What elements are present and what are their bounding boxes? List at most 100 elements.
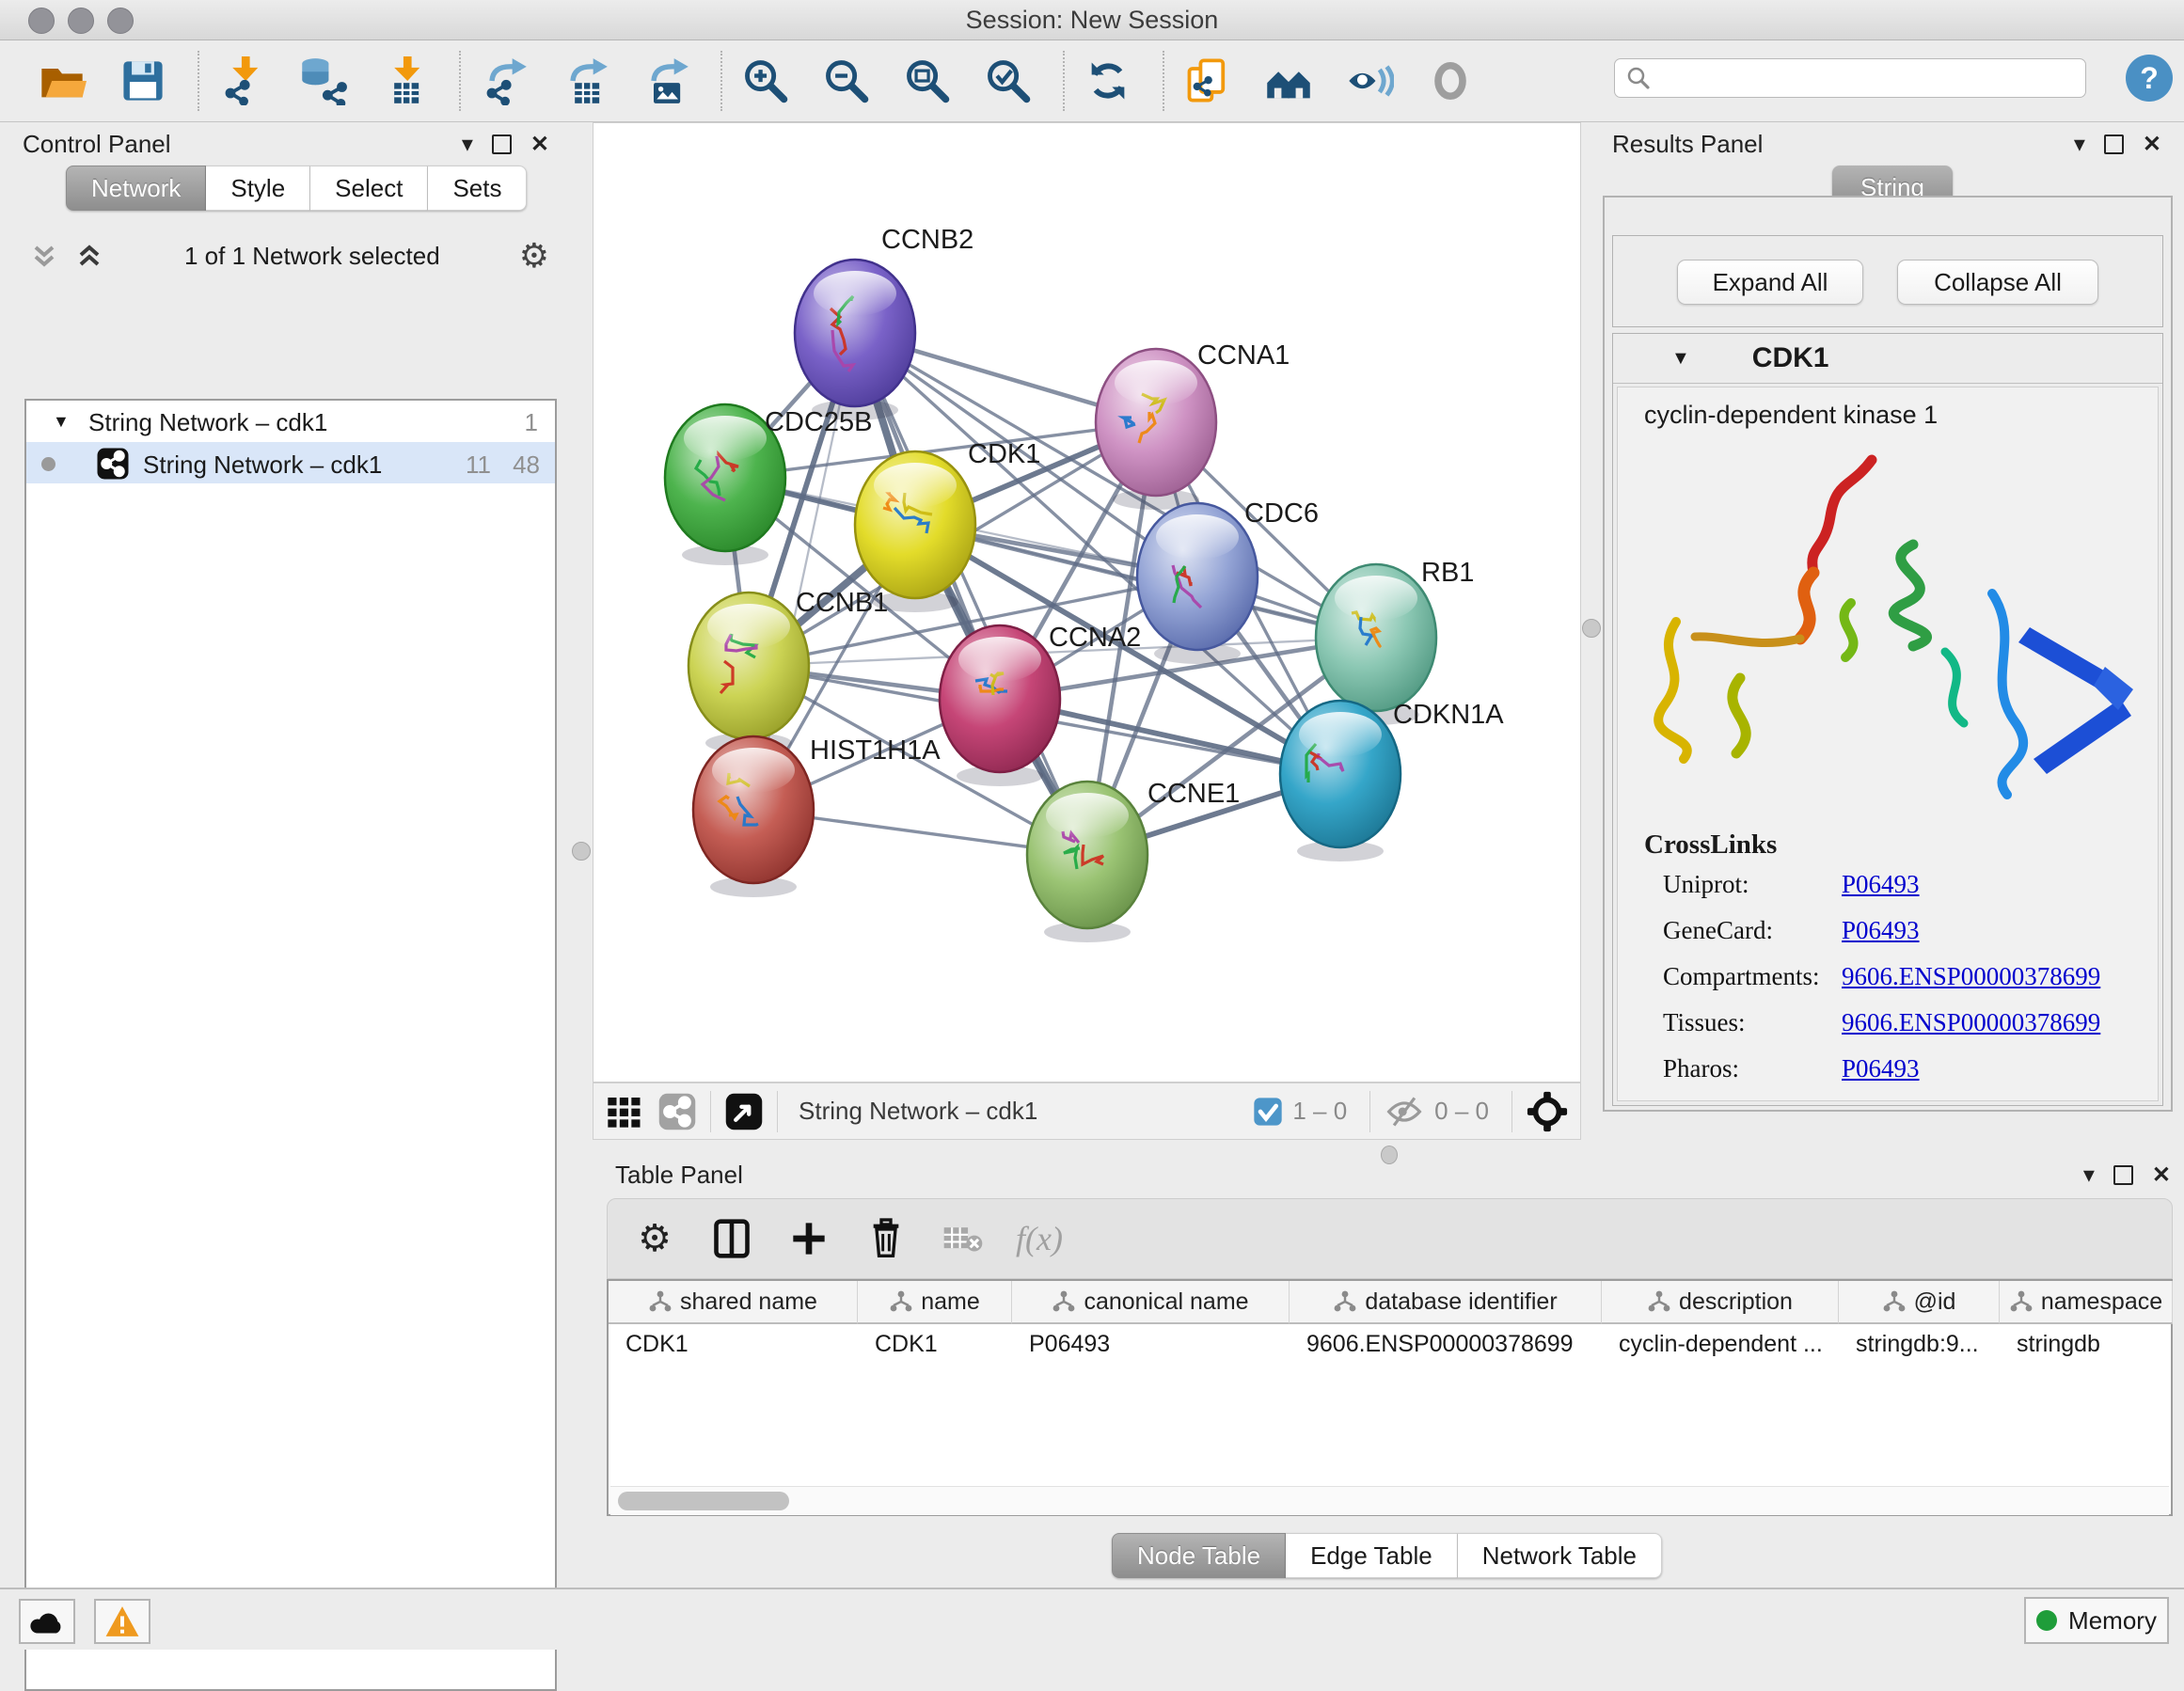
window-zoom-button[interactable] bbox=[107, 8, 134, 34]
import-table-from-file-button[interactable] bbox=[374, 51, 435, 111]
network-share-icon[interactable] bbox=[657, 1092, 697, 1131]
node-CDC6[interactable]: CDC6 bbox=[1137, 498, 1319, 664]
cdk1-section-header[interactable]: ▼ CDK1 bbox=[1613, 334, 2162, 384]
cell-shared-name[interactable]: CDK1 bbox=[609, 1324, 858, 1364]
grid-view-icon[interactable] bbox=[605, 1093, 642, 1130]
collapse-all-button[interactable]: Collapse All bbox=[1897, 260, 2098, 305]
new-network-from-selection-button[interactable] bbox=[1178, 51, 1238, 111]
network-options-gear-icon[interactable]: ⚙ bbox=[519, 236, 549, 276]
network-collection-row[interactable]: ▼ String Network – cdk1 1 bbox=[26, 401, 555, 442]
control-panel-menu-icon[interactable]: ▾ bbox=[462, 131, 473, 158]
tab-sets[interactable]: Sets bbox=[428, 166, 527, 211]
node-CDK1[interactable]: CDK1 bbox=[855, 439, 1040, 612]
crosslink-compartments-link[interactable]: 9606.ENSP00000378699 bbox=[1842, 962, 2100, 991]
cell-@id[interactable]: stringdb:9... bbox=[1839, 1324, 2000, 1364]
table-hscrollbar[interactable] bbox=[610, 1486, 2169, 1515]
fit-selection-crosshair-icon[interactable] bbox=[1526, 1090, 1569, 1133]
network-row-selected[interactable]: String Network – cdk1 11 48 bbox=[26, 442, 555, 483]
hide-graphics-details-button[interactable] bbox=[1420, 51, 1480, 111]
zoom-in-button[interactable] bbox=[736, 51, 796, 111]
tree-expand-icon[interactable]: ▼ bbox=[53, 412, 70, 432]
update-network-button[interactable] bbox=[1078, 51, 1138, 111]
column-header-shared-name[interactable]: shared name bbox=[609, 1281, 858, 1324]
delete-trash-icon[interactable] bbox=[862, 1214, 910, 1263]
collapse-all-chevron-icon[interactable] bbox=[28, 240, 60, 272]
column-header-description[interactable]: description bbox=[1602, 1281, 1839, 1324]
cell-name[interactable]: CDK1 bbox=[858, 1324, 1012, 1364]
save-session-button[interactable] bbox=[113, 51, 173, 111]
crosslink-pharos-link[interactable]: P06493 bbox=[1842, 1054, 1920, 1083]
show-columns-icon[interactable] bbox=[707, 1214, 756, 1263]
column-header-canonical-name[interactable]: canonical name bbox=[1012, 1281, 1290, 1324]
table-hscrollbar-thumb[interactable] bbox=[618, 1492, 789, 1510]
crosslink-uniprot-link[interactable]: P06493 bbox=[1842, 870, 1920, 899]
fit-content-button[interactable] bbox=[897, 51, 957, 111]
cell-description[interactable]: cyclin-dependent ... bbox=[1602, 1324, 1839, 1364]
tab-node-table[interactable]: Node Table bbox=[1112, 1533, 1286, 1578]
cloud-status-button[interactable] bbox=[19, 1599, 75, 1644]
network-canvas[interactable]: CCNB2 CCNA1 CDC25B CDK1 CDC6 RB1 CCNB1 C… bbox=[593, 122, 1581, 1083]
node-HIST1H1A[interactable]: HIST1H1A bbox=[693, 735, 941, 897]
expand-all-chevron-icon[interactable] bbox=[73, 240, 105, 272]
node-CCNE1[interactable]: CCNE1 bbox=[1027, 779, 1240, 942]
left-splitter-handle[interactable] bbox=[572, 842, 591, 861]
results-panel-float-icon[interactable] bbox=[2104, 134, 2124, 154]
selected-checkbox-icon[interactable] bbox=[1253, 1097, 1283, 1127]
export-table-to-file-button[interactable] bbox=[555, 51, 615, 111]
cell-canonical-name[interactable]: P06493 bbox=[1012, 1324, 1290, 1364]
node-CDC25B[interactable]: CDC25B bbox=[665, 404, 872, 565]
column-header-namespace[interactable]: namespace bbox=[2000, 1281, 2173, 1324]
table-settings-gear-icon[interactable]: ⚙ bbox=[630, 1214, 679, 1263]
tab-style[interactable]: Style bbox=[206, 166, 310, 211]
results-panel-close-icon[interactable]: ✕ bbox=[2143, 131, 2161, 158]
control-panel-float-icon[interactable] bbox=[492, 134, 512, 154]
column-header-database-identifier[interactable]: database identifier bbox=[1290, 1281, 1602, 1324]
right-splitter-handle[interactable] bbox=[1582, 619, 1601, 638]
column-header-@id[interactable]: @id bbox=[1839, 1281, 2000, 1324]
column-header-name[interactable]: name bbox=[858, 1281, 1012, 1324]
search-box[interactable] bbox=[1614, 58, 2086, 98]
node-table[interactable]: shared nameCDK1nameCDK1canonical nameP06… bbox=[607, 1279, 2173, 1516]
zoom-selected-button[interactable] bbox=[978, 51, 1038, 111]
node-CDKN1A[interactable]: CDKN1A bbox=[1280, 700, 1504, 861]
results-panel-menu-icon[interactable]: ▾ bbox=[2074, 131, 2085, 158]
function-builder-icon-disabled: f(x) bbox=[1016, 1214, 1063, 1263]
tab-network-table[interactable]: Network Table bbox=[1458, 1533, 1662, 1578]
section-collapse-icon[interactable]: ▼ bbox=[1671, 348, 1690, 370]
tab-select[interactable]: Select bbox=[310, 166, 428, 211]
show-graphics-details-button[interactable] bbox=[1339, 51, 1400, 111]
add-column-icon[interactable] bbox=[784, 1214, 833, 1263]
birdseye-toggle-icon[interactable] bbox=[724, 1092, 764, 1131]
search-input[interactable] bbox=[1653, 64, 2076, 92]
home-button[interactable] bbox=[1258, 51, 1319, 111]
network-graph[interactable]: CCNB2 CCNA1 CDC25B CDK1 CDC6 RB1 CCNB1 C… bbox=[593, 123, 1580, 1082]
export-network-to-file-button[interactable] bbox=[474, 51, 534, 111]
help-button[interactable]: ? bbox=[2126, 55, 2173, 102]
expand-all-button[interactable]: Expand All bbox=[1677, 260, 1863, 305]
node-CCNB2[interactable]: CCNB2 bbox=[795, 225, 973, 420]
crosslink-genecard-link[interactable]: P06493 bbox=[1842, 916, 1920, 945]
import-network-from-file-button[interactable] bbox=[213, 51, 273, 111]
memory-button[interactable]: Memory bbox=[2024, 1597, 2169, 1644]
table-panel-float-icon[interactable] bbox=[2113, 1165, 2133, 1185]
window-minimize-button[interactable] bbox=[68, 8, 94, 34]
delete-table-icon-disabled bbox=[939, 1214, 988, 1263]
node-label-RB1: RB1 bbox=[1421, 558, 1474, 588]
import-network-from-database-button[interactable] bbox=[293, 51, 354, 111]
open-session-button[interactable] bbox=[32, 51, 92, 111]
crosslink-row: GeneCard:P06493 bbox=[1663, 916, 2158, 945]
tab-edge-table[interactable]: Edge Table bbox=[1286, 1533, 1458, 1578]
node-CCNA1[interactable]: CCNA1 bbox=[1096, 340, 1290, 510]
cell-namespace[interactable]: stringdb bbox=[2000, 1324, 2173, 1364]
window-close-button[interactable] bbox=[28, 8, 55, 34]
warnings-button[interactable] bbox=[94, 1599, 150, 1644]
table-panel-menu-icon[interactable]: ▾ bbox=[2083, 1162, 2095, 1189]
cell-database-identifier[interactable]: 9606.ENSP00000378699 bbox=[1290, 1324, 1602, 1364]
table-panel-close-icon[interactable]: ✕ bbox=[2152, 1162, 2171, 1189]
control-panel-close-icon[interactable]: ✕ bbox=[530, 131, 549, 158]
export-image-button[interactable] bbox=[636, 51, 696, 111]
zoom-out-button[interactable] bbox=[816, 51, 877, 111]
hidden-eye-slash-icon[interactable] bbox=[1384, 1093, 1425, 1130]
tab-network[interactable]: Network bbox=[66, 166, 206, 211]
crosslink-tissues-link[interactable]: 9606.ENSP00000378699 bbox=[1842, 1008, 2100, 1037]
